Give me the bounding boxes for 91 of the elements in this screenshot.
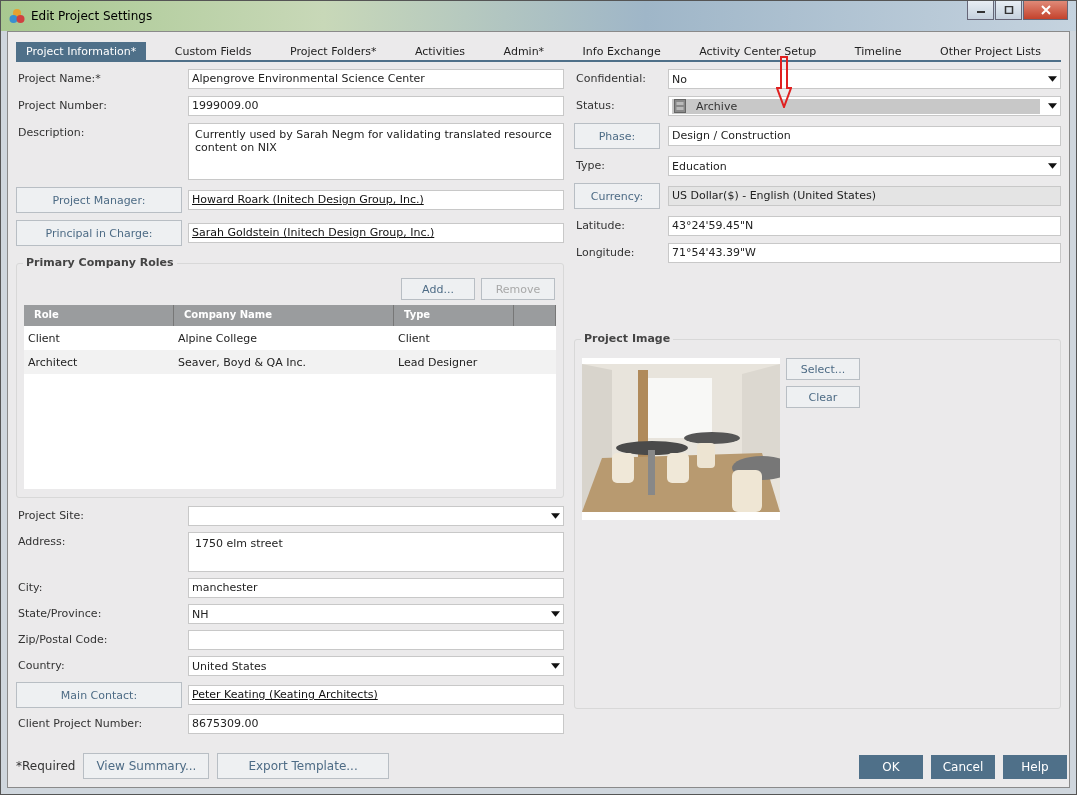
text-field[interactable]: 43°24'59.45"N: [668, 216, 1061, 236]
field-label: Project Site:: [17, 508, 85, 522]
group-title: Project Image: [581, 332, 674, 345]
required-note: *Required: [16, 759, 76, 773]
annotation-arrow: [776, 56, 792, 108]
image-button[interactable]: Select...: [786, 358, 860, 380]
tab[interactable]: Activities: [404, 42, 476, 60]
maximize-button[interactable]: [995, 1, 1022, 20]
field-label-button[interactable]: Currency:: [574, 183, 660, 209]
tab[interactable]: Custom Fields: [164, 42, 262, 60]
field-label: City:: [17, 580, 44, 594]
text-field[interactable]: 8675309.00: [188, 714, 564, 734]
app-logo-icon: [9, 8, 25, 24]
dropdown-caret-icon[interactable]: [551, 663, 560, 669]
contact-link[interactable]: Sarah Goldstein (Initech Design Group, Inc.): [192, 226, 435, 239]
contact-field[interactable]: Howard Roark (Initech Design Group, Inc.): [188, 190, 564, 210]
minimize-button[interactable]: [967, 1, 994, 20]
tab[interactable]: Project Information*: [16, 42, 147, 60]
dialog-button[interactable]: OK: [859, 755, 923, 779]
field-label: Latitude:: [575, 218, 626, 232]
dropdown-field[interactable]: [188, 506, 564, 526]
field-label-button[interactable]: Phase:: [574, 123, 660, 149]
field-label: Description:: [17, 125, 86, 139]
status-dropdown[interactable]: Archive: [668, 96, 1061, 116]
footer-button[interactable]: Export Template...: [217, 753, 389, 779]
close-icon: [1040, 5, 1051, 15]
text-field[interactable]: Alpengrove Environmental Science Center: [188, 69, 564, 89]
dropdown-field[interactable]: NH: [188, 604, 564, 624]
close-button[interactable]: [1023, 1, 1068, 20]
table-cell-text: Architect: [27, 355, 79, 369]
field-label-button[interactable]: Project Manager:: [16, 187, 182, 213]
tab[interactable]: Activity Center Setup: [689, 42, 827, 60]
table-row[interactable]: Client Alpine College Client: [24, 326, 556, 350]
contact-field[interactable]: Sarah Goldstein (Initech Design Group, Inc.): [188, 223, 564, 243]
table-cell-text: Alpine College: [177, 331, 258, 345]
field-label: Longitude:: [575, 245, 636, 259]
tab[interactable]: Other Project Lists: [930, 42, 1051, 60]
dropdown-caret-icon[interactable]: [551, 513, 560, 519]
field-label: State/Province:: [17, 606, 103, 620]
window-title: Edit Project Settings: [31, 9, 153, 23]
field-label: Type:: [575, 158, 606, 172]
dropdown-value: United States: [192, 659, 268, 673]
group-title: Primary Company Roles: [23, 256, 177, 269]
dropdown-field[interactable]: Education: [668, 156, 1061, 176]
field-label: Zip/Postal Code:: [17, 632, 109, 646]
field-label: Client Project Number:: [17, 716, 144, 730]
dropdown-caret-icon[interactable]: [1048, 76, 1057, 82]
text-field[interactable]: 71°54'43.39"W: [668, 243, 1061, 263]
dropdown-value: Education: [672, 159, 728, 173]
table-cell-text: Seaver, Boyd & QA Inc.: [177, 355, 308, 369]
field-label: Project Name:*: [17, 71, 102, 85]
tab[interactable]: Admin*: [493, 42, 555, 60]
dialog-button[interactable]: Cancel: [931, 755, 995, 779]
field-label-button[interactable]: Principal in Charge:: [16, 220, 182, 246]
table-cell-text: Client: [397, 331, 431, 345]
dialog-button[interactable]: Help: [1003, 755, 1067, 779]
field-label-button[interactable]: Main Contact:: [16, 682, 182, 708]
table-cell-text: Client: [27, 331, 61, 345]
text-field[interactable]: manchester: [188, 578, 564, 598]
maximize-icon: [1003, 6, 1014, 14]
contact-field[interactable]: Peter Keating (Keating Architects): [188, 685, 564, 705]
dropdown-value: No: [672, 72, 688, 86]
dropdown-caret-icon[interactable]: [1048, 163, 1057, 169]
image-button[interactable]: Clear: [786, 386, 860, 408]
table-row[interactable]: Architect Seaver, Boyd & QA Inc. Lead Designer: [24, 350, 556, 374]
add-button[interactable]: Add...: [401, 278, 475, 300]
contact-link[interactable]: Howard Roark (Initech Design Group, Inc.): [192, 193, 424, 206]
field-label: Country:: [17, 658, 66, 672]
text-area[interactable]: Currently used by Sarah Negm for validating translated resource content on NIX: [188, 123, 564, 180]
tab[interactable]: Info Exchange: [572, 42, 671, 60]
field-label: Confidential:: [575, 71, 647, 85]
dropdown-value: Archive: [696, 99, 738, 113]
text-field[interactable]: [188, 630, 564, 650]
dropdown-caret-icon[interactable]: [1048, 103, 1057, 109]
cabinet-icon: [674, 99, 686, 113]
field-label: Status:: [575, 98, 616, 112]
dropdown-field[interactable]: United States: [188, 656, 564, 676]
text-field[interactable]: 1999009.00: [188, 96, 564, 116]
dropdown-value: NH: [192, 607, 210, 621]
dropdown-field[interactable]: No: [668, 69, 1061, 89]
tab[interactable]: Project Folders*: [280, 42, 387, 60]
text-area[interactable]: 1750 elm street: [188, 532, 564, 572]
field-label: Project Number:: [17, 98, 108, 112]
contact-link[interactable]: Peter Keating (Keating Architects): [192, 688, 378, 701]
dropdown-caret-icon[interactable]: [551, 611, 560, 617]
field-label: Address:: [17, 534, 67, 548]
table-cell-text: Lead Designer: [397, 355, 479, 369]
text-field[interactable]: Design / Construction: [668, 126, 1061, 146]
tab[interactable]: Timeline: [844, 42, 912, 60]
readonly-field: US Dollar($) - English (United States): [668, 186, 1061, 206]
footer-button[interactable]: View Summary...: [83, 753, 210, 779]
